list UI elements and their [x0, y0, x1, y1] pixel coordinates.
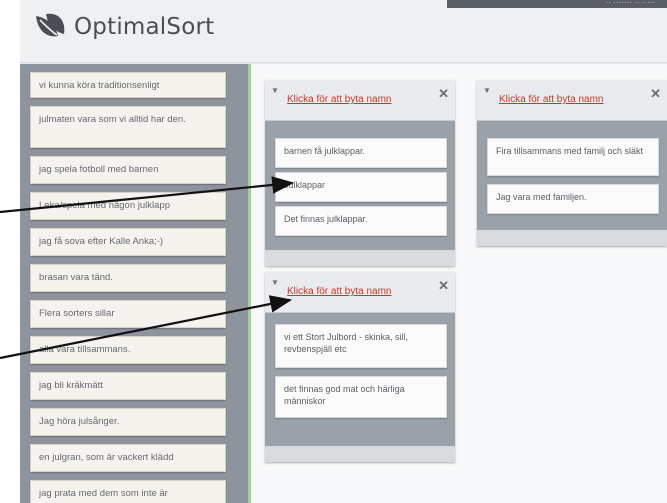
arrow-to-group-name: [0, 295, 293, 360]
arrow-to-julklappar: [0, 176, 295, 214]
annotation-arrows: [0, 176, 295, 360]
